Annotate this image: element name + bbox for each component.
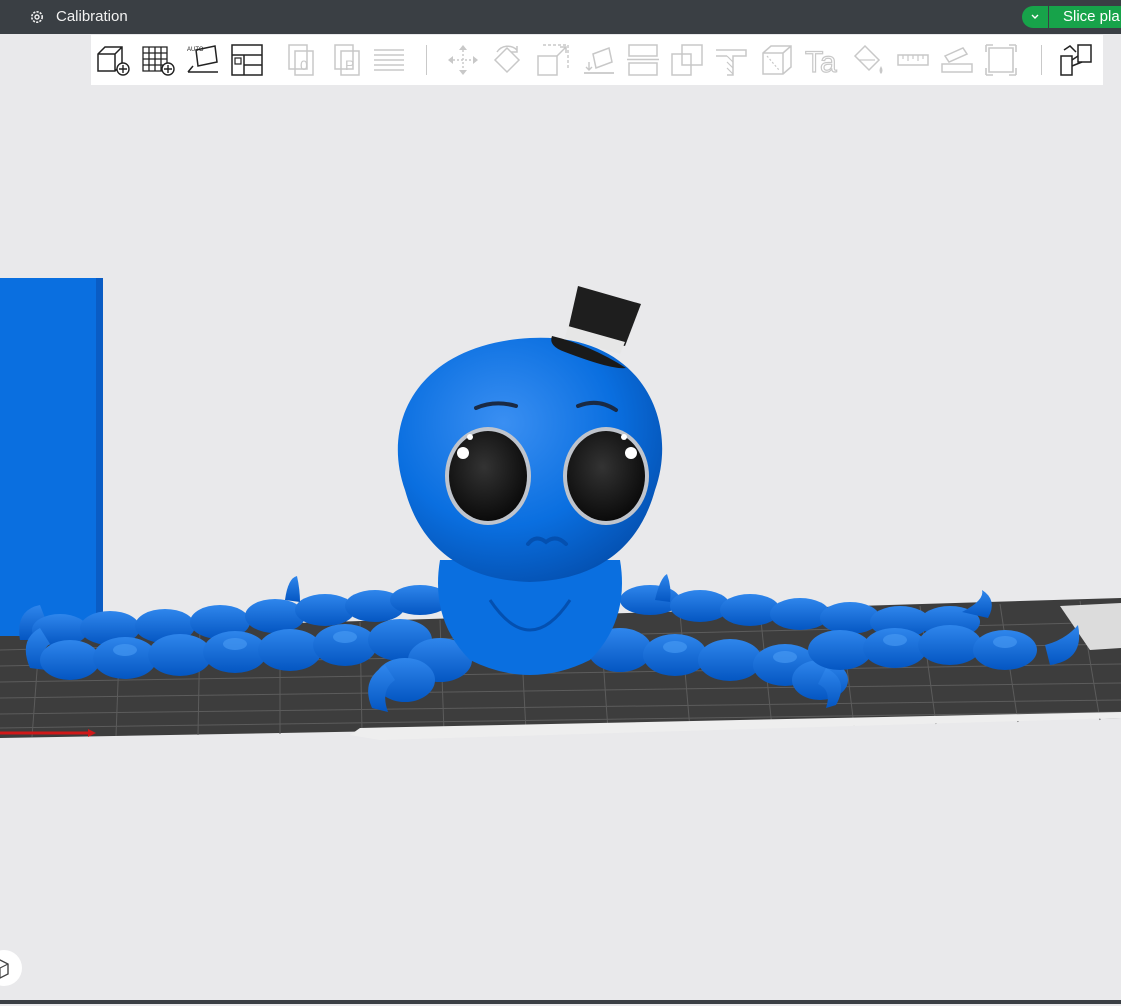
slice-dropdown-button[interactable] (1022, 6, 1048, 28)
svg-text:Ta: Ta (805, 46, 837, 78)
add-plate-icon[interactable] (140, 42, 176, 78)
boolean-icon[interactable] (669, 42, 705, 78)
scale-icon[interactable] (535, 42, 571, 78)
add-cube-icon[interactable] (95, 42, 131, 78)
octopus-eye-left (445, 427, 531, 525)
toolbar-separator (426, 45, 427, 75)
svg-text:0: 0 (300, 57, 308, 73)
assembly-icon[interactable] (939, 42, 975, 78)
color-paint-icon[interactable] (849, 42, 885, 78)
auto-orient-icon[interactable]: AUTO (185, 42, 221, 78)
text-icon[interactable]: Ta (803, 42, 839, 78)
scene-canvas[interactable] (0, 85, 1121, 1001)
support-paint-icon[interactable] (713, 42, 749, 78)
wipe-tower-model[interactable] (0, 278, 103, 636)
rotate-icon[interactable] (489, 42, 525, 78)
toolbar-separator (1041, 45, 1042, 75)
status-bar (0, 1000, 1121, 1004)
lay-flat-icon[interactable] (581, 42, 617, 78)
seam-paint-icon[interactable] (759, 42, 795, 78)
copy-icon[interactable]: 0 (283, 42, 319, 78)
calibration-icon[interactable] (30, 10, 44, 24)
svg-text:P: P (345, 57, 354, 73)
slice-plate-button[interactable]: Slice pla (1049, 6, 1121, 28)
layers-icon[interactable] (371, 42, 407, 78)
paste-icon[interactable]: P (329, 42, 365, 78)
move-icon[interactable] (445, 42, 481, 78)
view-gizmo-button[interactable] (0, 950, 22, 986)
arrange-icon[interactable] (229, 42, 265, 78)
title-bar: Calibration Slice pla (0, 0, 1121, 34)
3d-viewport[interactable] (0, 85, 1121, 1001)
fullscreen-icon[interactable] (983, 42, 1019, 78)
measure-icon[interactable] (895, 42, 931, 78)
cut-icon[interactable] (625, 42, 661, 78)
view-cube-icon (0, 959, 9, 979)
chevron-down-icon (1031, 14, 1039, 19)
split-icon[interactable] (1058, 42, 1094, 78)
octopus-eye-right (563, 427, 649, 525)
window-title[interactable]: Calibration (56, 8, 128, 25)
octopus-model[interactable] (19, 286, 1080, 712)
toolbar: AUTO 0 P Ta (91, 35, 1103, 85)
